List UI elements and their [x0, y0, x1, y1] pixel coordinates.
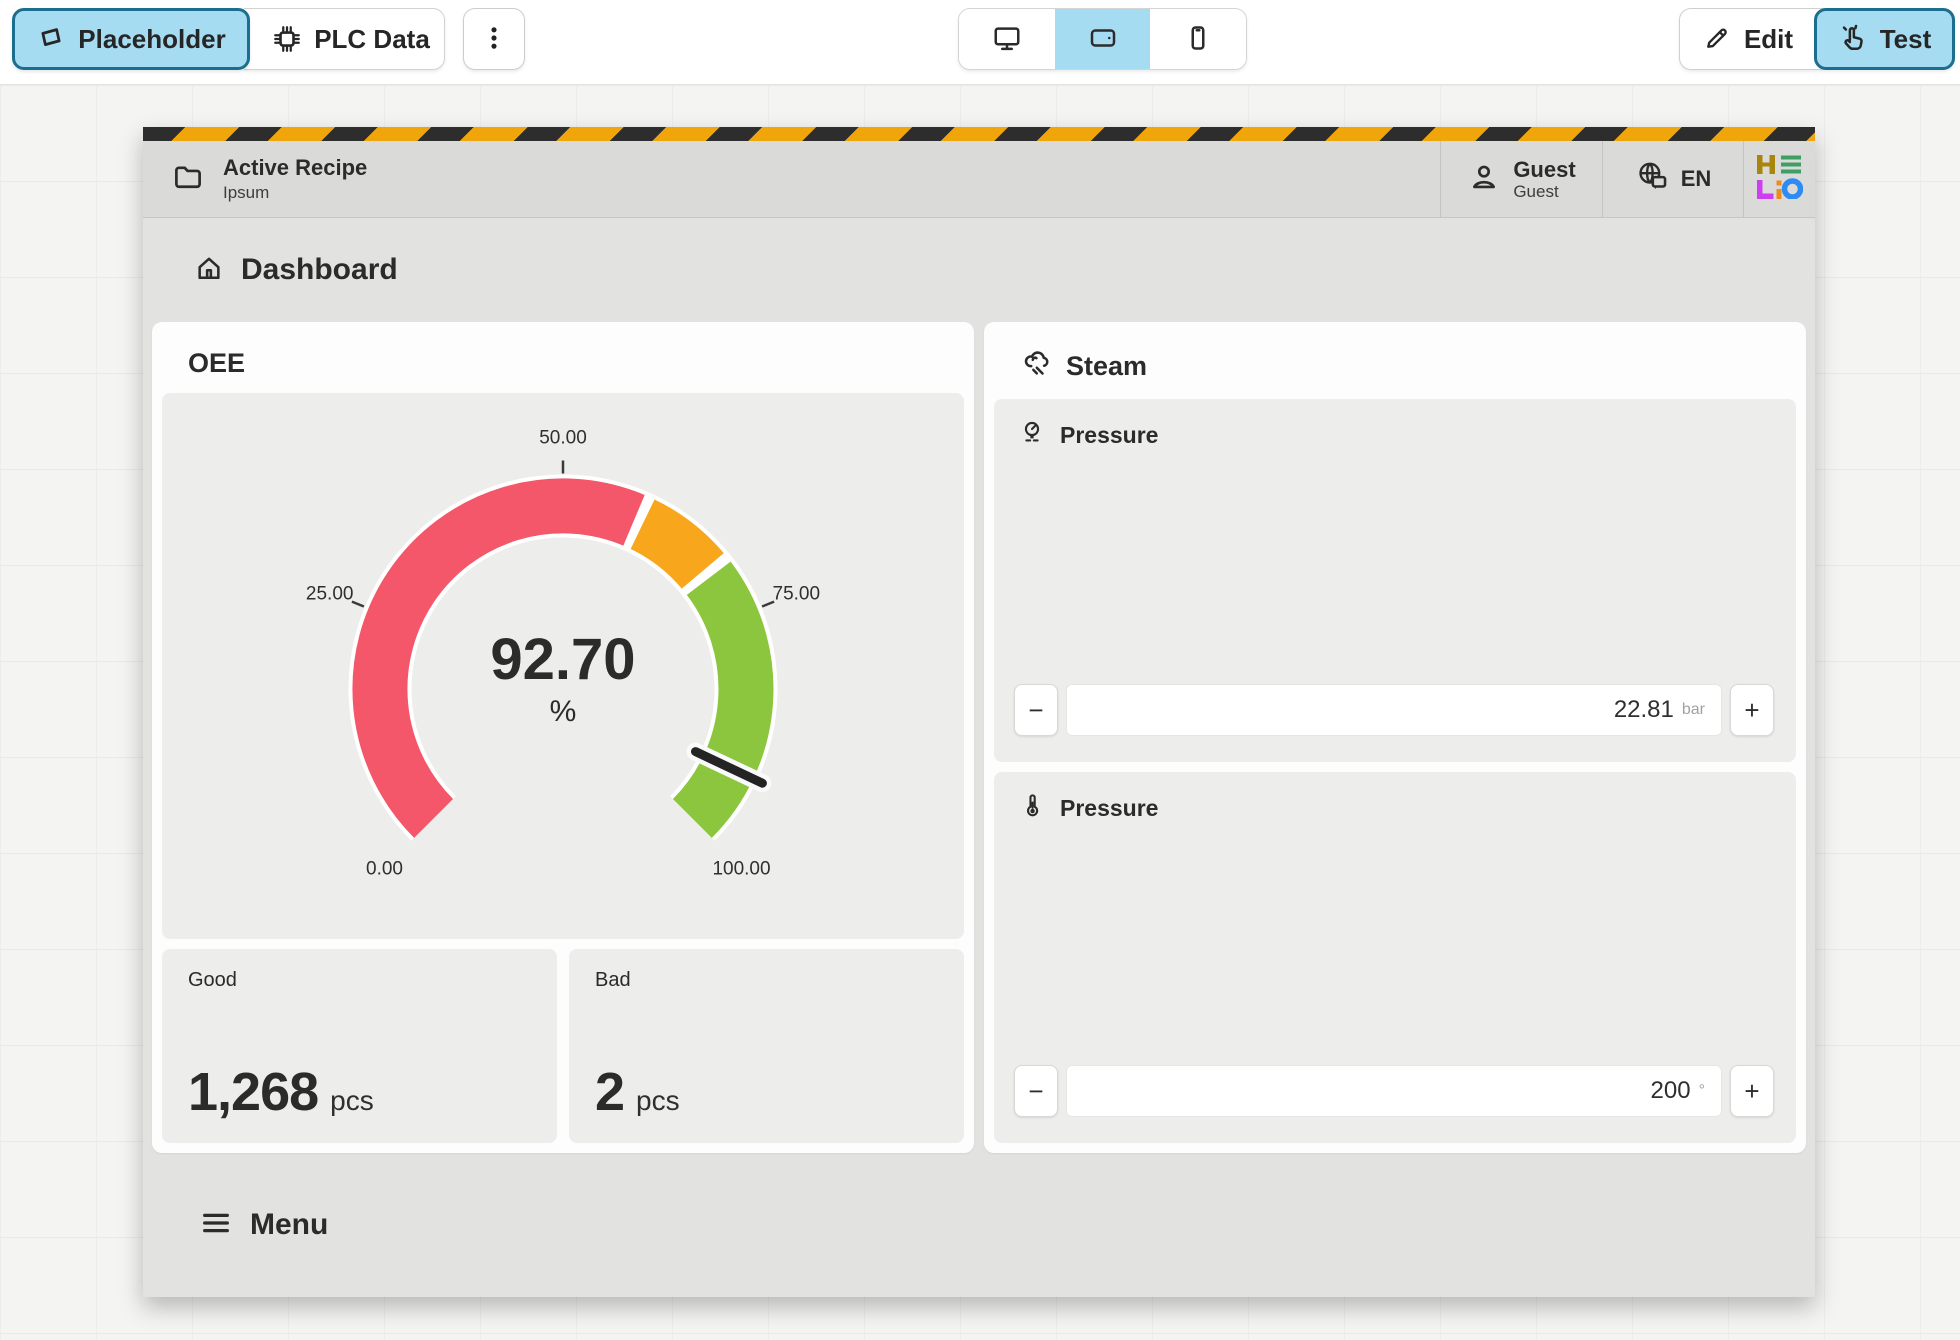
svg-text:50.00: 50.00: [539, 428, 587, 449]
temperature-value-field[interactable]: 200 °: [1066, 1065, 1722, 1117]
pencil-icon: [1702, 24, 1732, 54]
pressure-increment-button[interactable]: +: [1730, 684, 1774, 736]
edit-test-toggle: Edit Test: [1679, 8, 1955, 70]
more-options-button[interactable]: [463, 8, 525, 70]
svg-text:0.00: 0.00: [366, 859, 403, 880]
svg-text:%: %: [550, 695, 577, 728]
menu-label: Menu: [250, 1208, 328, 1242]
device-phone-button[interactable]: [1150, 9, 1246, 69]
hmi-preview-frame: Active Recipe Ipsum Guest Guest: [143, 127, 1815, 1297]
monitor-icon: [992, 23, 1022, 56]
pressure-value: 22.81: [1614, 696, 1674, 724]
temperature-increment-button[interactable]: +: [1730, 1065, 1774, 1117]
oee-card: OEE 0.00 25.00 50.00 75.00 100.00 92.70% Good…: [152, 322, 974, 1153]
device-preview-toggle: [958, 8, 1247, 70]
placeholder-button[interactable]: Placeholder: [12, 8, 250, 70]
app-header: Active Recipe Ipsum Guest Guest: [143, 141, 1815, 218]
chip-icon: [272, 24, 302, 54]
language-code: EN: [1681, 166, 1712, 192]
data-source-toggle: Placeholder PLC Data: [12, 8, 445, 70]
steam-card: Steam Pressure: [984, 322, 1806, 1153]
temperature-decrement-button[interactable]: −: [1014, 1065, 1058, 1117]
plc-data-button[interactable]: PLC Data: [244, 8, 445, 70]
oee-gauge-panel: 0.00 25.00 50.00 75.00 100.00 92.70%: [162, 393, 964, 939]
pressure-gauge-icon: [1018, 419, 1046, 452]
user-role: Guest: [1513, 182, 1575, 202]
active-recipe-label: Active Recipe: [223, 155, 367, 181]
oee-gauge: 0.00 25.00 50.00 75.00 100.00 92.70%: [213, 396, 913, 936]
hamburger-icon: [200, 1207, 232, 1244]
placeholder-icon: [36, 24, 66, 54]
svg-text:75.00: 75.00: [773, 583, 821, 604]
bad-count-tile: Bad 2 pcs: [569, 949, 964, 1143]
steam-pressure-section: Pressure − 22.81 bar +: [994, 399, 1796, 762]
plc-data-label: PLC Data: [314, 24, 430, 55]
bad-value: 2: [595, 1061, 624, 1123]
good-unit: pcs: [330, 1085, 374, 1117]
hazard-stripe: [143, 127, 1815, 141]
temperature-unit: °: [1699, 1082, 1705, 1100]
good-label: Good: [188, 969, 531, 992]
good-value: 1,268: [188, 1061, 318, 1123]
active-recipe: Active Recipe Ipsum: [143, 141, 367, 217]
edit-button[interactable]: Edit: [1680, 9, 1815, 69]
steam-card-title: Steam: [1066, 351, 1147, 382]
top-toolbar: Placeholder PLC Data: [0, 0, 1960, 85]
pressure-value-field[interactable]: 22.81 bar: [1066, 684, 1722, 736]
pressure-unit: bar: [1682, 701, 1705, 719]
menu-button[interactable]: Menu: [143, 1153, 1815, 1297]
svg-text:92.70: 92.70: [490, 627, 635, 692]
hand-pointer-icon: [1838, 24, 1868, 54]
svg-text:100.00: 100.00: [712, 859, 770, 880]
page-title: Dashboard: [241, 253, 398, 287]
brand-logo: [1743, 141, 1815, 217]
tablet-icon: [1088, 23, 1118, 56]
bad-unit: pcs: [636, 1085, 680, 1117]
temperature-stepper: − 200 ° +: [1014, 1065, 1774, 1117]
user-icon: [1467, 160, 1501, 199]
user-menu[interactable]: Guest Guest: [1440, 141, 1602, 217]
pressure-label: Pressure: [1060, 422, 1158, 449]
test-label: Test: [1880, 24, 1932, 55]
home-icon: [193, 252, 225, 289]
oee-card-title: OEE: [188, 348, 245, 379]
temperature-label: Pressure: [1060, 795, 1158, 822]
edit-label: Edit: [1744, 24, 1793, 55]
folder-icon: [171, 160, 205, 199]
steam-temperature-section: Pressure − 200 ° +: [994, 772, 1796, 1143]
active-recipe-value: Ipsum: [223, 183, 367, 203]
pressure-stepper: − 22.81 bar +: [1014, 684, 1774, 736]
editor-canvas: Active Recipe Ipsum Guest Guest: [0, 85, 1960, 1340]
temperature-value: 200: [1651, 1077, 1691, 1105]
bad-label: Bad: [595, 969, 938, 992]
pressure-decrement-button[interactable]: −: [1014, 684, 1058, 736]
globe-language-icon: [1635, 159, 1669, 199]
kebab-icon: [480, 24, 508, 55]
device-desktop-button[interactable]: [959, 9, 1055, 69]
page-title-row: Dashboard: [143, 218, 1815, 322]
svg-text:25.00: 25.00: [306, 583, 354, 604]
good-count-tile: Good 1,268 pcs: [162, 949, 557, 1143]
user-name: Guest: [1513, 157, 1575, 182]
device-tablet-button[interactable]: [1055, 9, 1151, 69]
placeholder-label: Placeholder: [78, 24, 225, 55]
thermometer-icon: [1018, 792, 1046, 825]
steam-icon: [1020, 348, 1052, 385]
language-menu[interactable]: EN: [1602, 141, 1743, 217]
dashboard-cards: OEE 0.00 25.00 50.00 75.00 100.00 92.70% Good…: [143, 322, 1815, 1153]
helio-logo-icon: [1757, 155, 1803, 204]
test-button[interactable]: Test: [1814, 8, 1955, 70]
phone-icon: [1183, 23, 1213, 56]
